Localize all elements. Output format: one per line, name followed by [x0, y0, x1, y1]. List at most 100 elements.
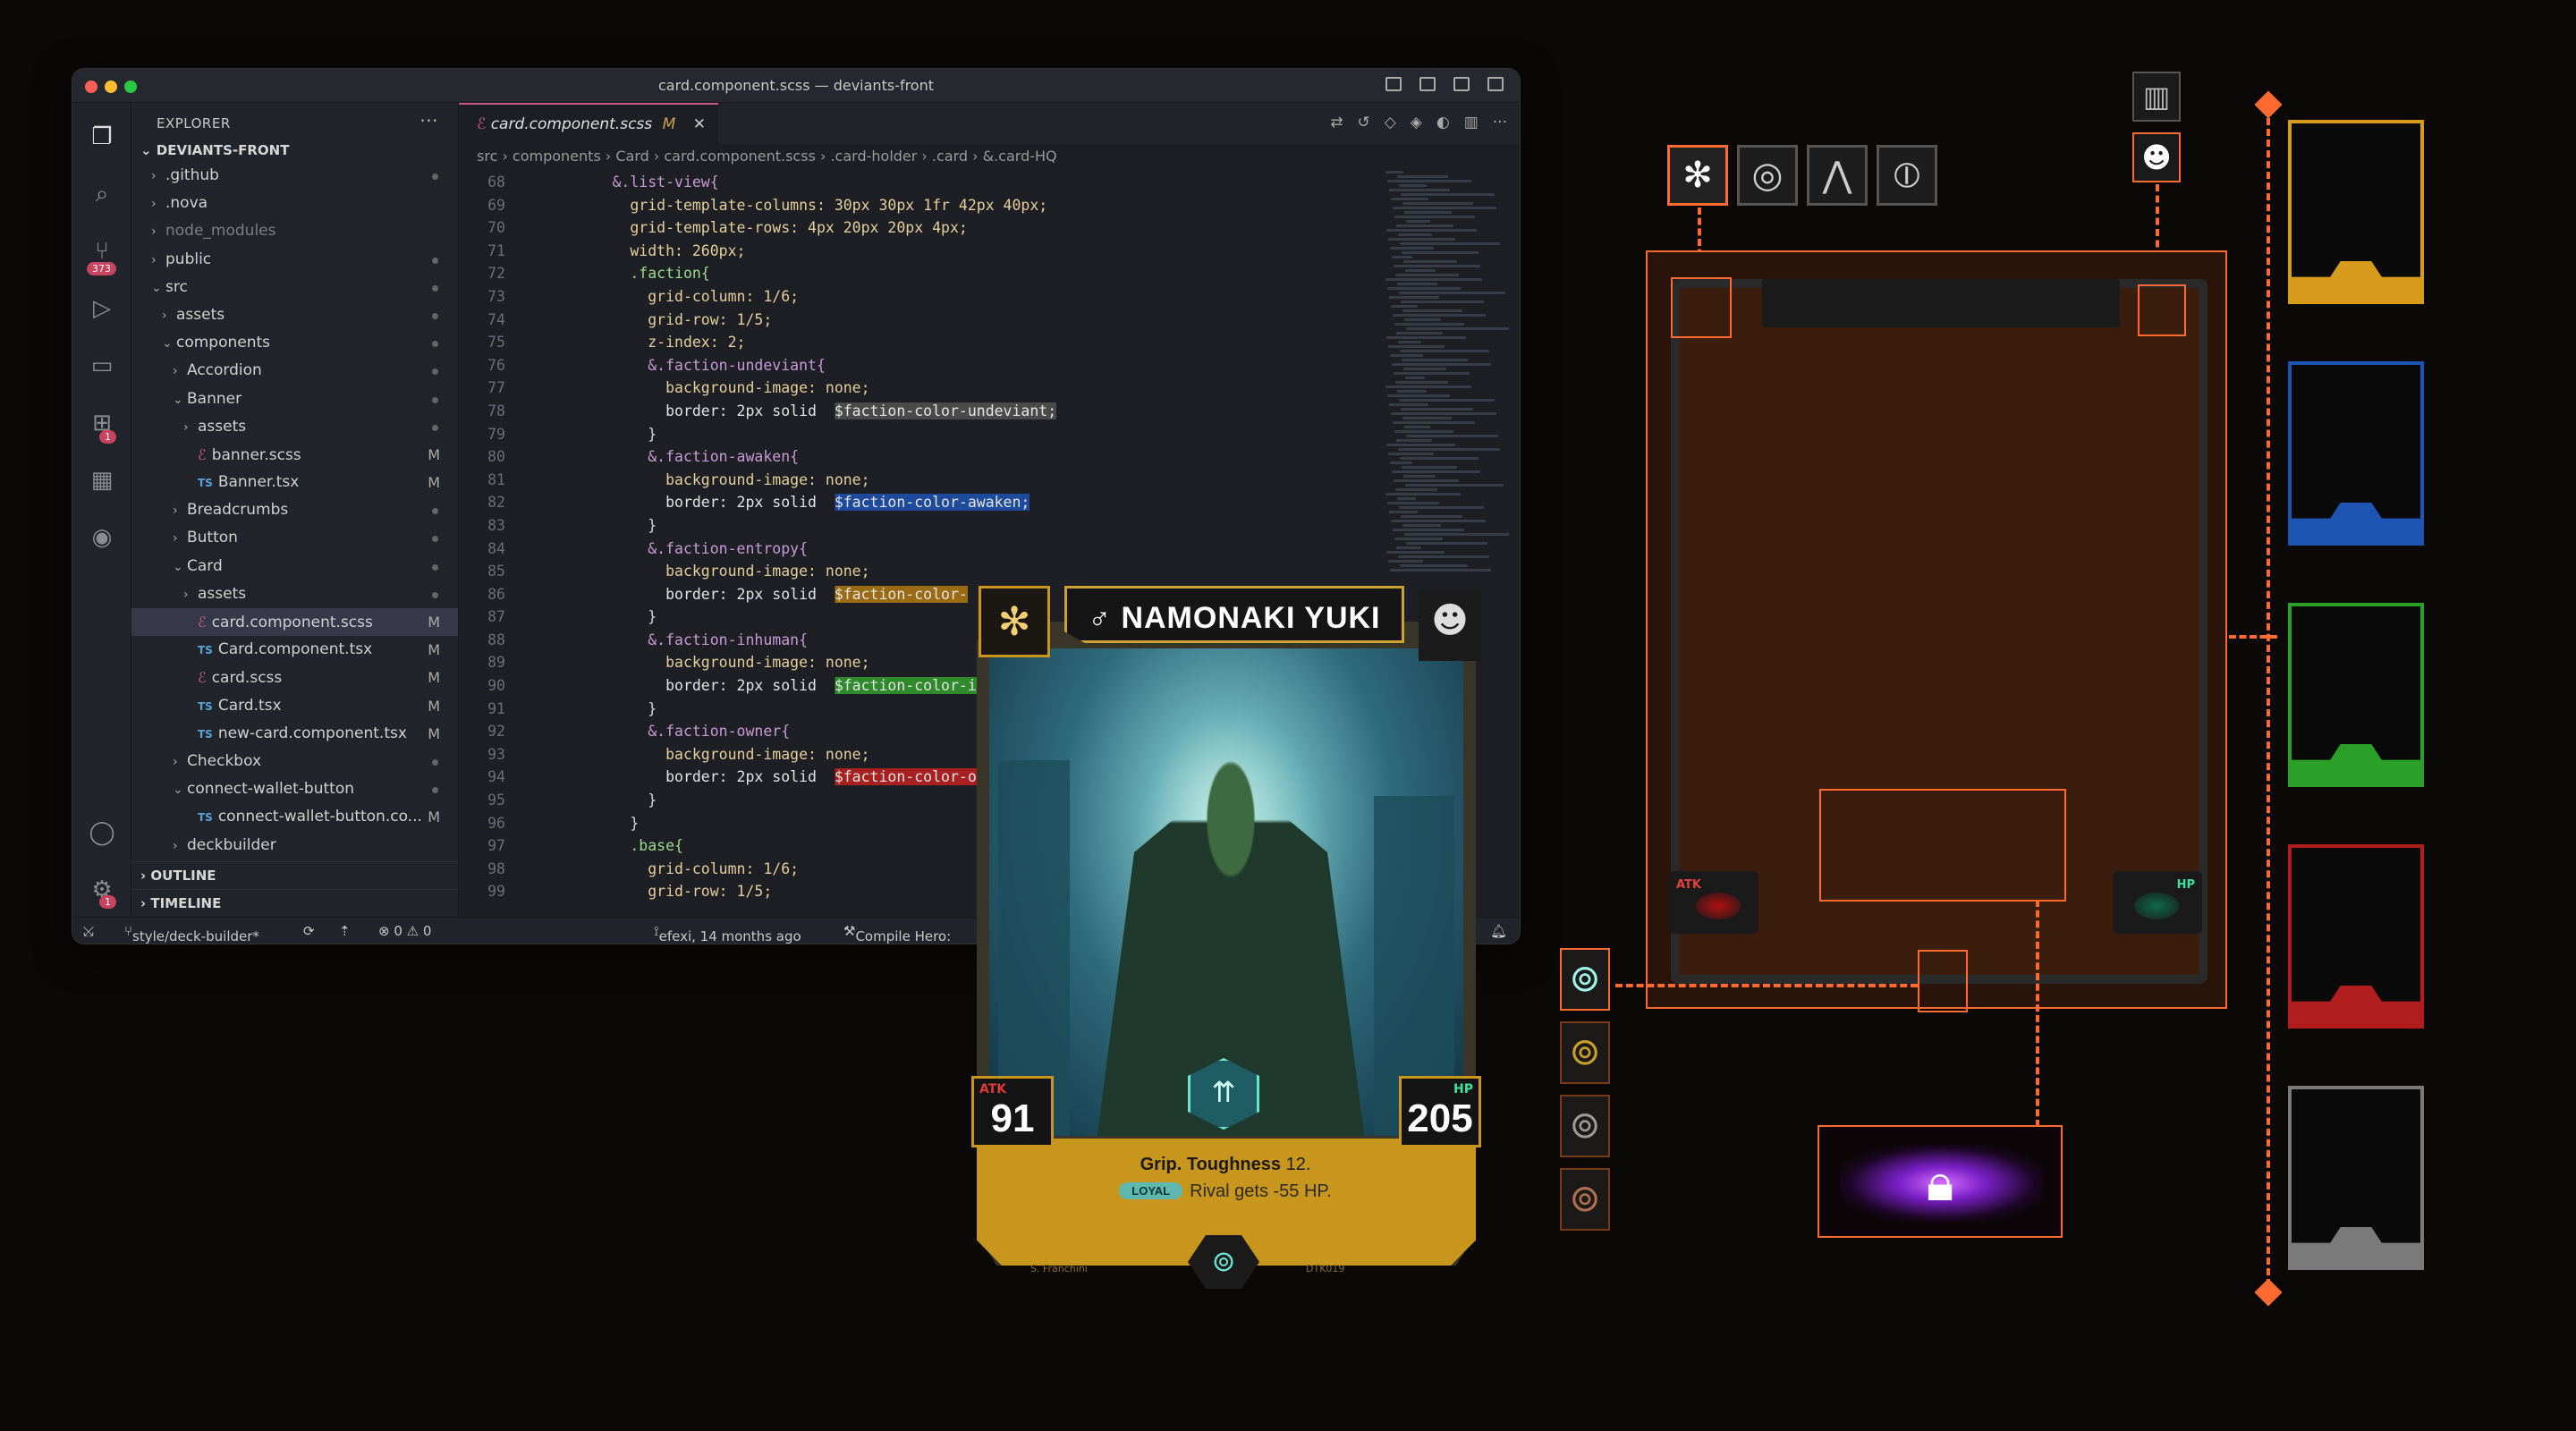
locked-card-preview[interactable]: 🔒︎ [1818, 1125, 2063, 1238]
minimap-line [1392, 256, 1412, 258]
faction-color-slot[interactable] [2288, 361, 2424, 546]
modified-dot [432, 591, 438, 598]
fingerprint-silver-icon[interactable]: ⊚ [1560, 1095, 1610, 1157]
tree-item[interactable]: TS Card.component.tsx M [131, 636, 458, 664]
next-change-icon[interactable]: ◈ [1411, 114, 1422, 131]
outline-section[interactable]: › OUTLINE [131, 861, 458, 889]
minimap-line [1385, 171, 1403, 174]
tree-item[interactable]: › assets [131, 580, 458, 608]
search-icon[interactable]: ⌕ [88, 180, 116, 208]
tree-item[interactable]: › assets [131, 413, 458, 441]
hp-pad: HP [2113, 871, 2202, 934]
layout-controls [1385, 77, 1504, 91]
fingerprint-gold-icon[interactable]: ⊚ [1560, 1021, 1610, 1084]
tree-item[interactable]: ℰbanner.scss M [131, 441, 458, 469]
remote-indicator-icon[interactable]: ⤩ [83, 923, 94, 939]
minimap-line [1394, 265, 1480, 267]
branch-indicator[interactable]: ⑂ style/deck-builder* [124, 923, 259, 944]
tree-item[interactable]: ℰcard.scss M [131, 664, 458, 691]
atk-pad-label: ATK [1676, 878, 1701, 892]
minimap-line [1398, 341, 1421, 343]
docker-icon[interactable]: ▦ [88, 466, 116, 495]
tree-item[interactable]: › .nova [131, 190, 458, 217]
toggle-secondary-sidebar-icon[interactable] [1453, 77, 1470, 91]
close-tab-icon[interactable]: ✕ [693, 115, 706, 133]
faction-color-slot[interactable] [2288, 844, 2424, 1029]
faction-entropy-icon[interactable]: ⋀ [1807, 145, 1868, 206]
tree-item[interactable]: TS connect-wallet-button.co... M [131, 803, 458, 831]
timeline-section[interactable]: › TIMELINE [131, 889, 458, 917]
game-card[interactable]: ✻ ♂ NAMONAKI YUKI ☻ ATK 91 HP 205 ⇈ Grip… [964, 586, 1487, 1289]
fingerprint-teal-icon[interactable]: ⊚ [1560, 948, 1610, 1011]
building-icon[interactable]: ▥ [2132, 72, 2181, 122]
tree-item[interactable]: ⌄ Banner [131, 385, 458, 413]
tree-item[interactable]: › node_modules [131, 217, 458, 245]
tree-item[interactable]: ⌄ src [131, 274, 458, 301]
tree-item-label: node_modules [165, 222, 276, 241]
more-actions-icon[interactable]: ··· [1493, 114, 1507, 131]
git-blame[interactable]: ⟟ efexi, 14 months ago [654, 923, 801, 944]
compare-icon[interactable]: ◐ [1436, 114, 1450, 131]
previous-change-icon[interactable]: ◇ [1385, 114, 1396, 131]
minimap-line [1405, 269, 1436, 272]
sync-icon[interactable]: ⟳ [303, 923, 315, 939]
explorer-more-button[interactable]: ··· [419, 110, 438, 131]
faction-color-slot[interactable] [2288, 120, 2424, 304]
remote-explorer-icon[interactable]: ▭ [88, 351, 116, 380]
tree-item[interactable]: TS Banner.tsx M [131, 469, 458, 496]
faction-color-slot[interactable] [2288, 603, 2424, 787]
tree-item[interactable]: ⌄ connect-wallet-button [131, 775, 458, 803]
minimap-line [1385, 493, 1461, 495]
breadcrumb[interactable]: src › components › Card › card.component… [459, 144, 1520, 171]
run-debug-icon[interactable]: ▷ [88, 294, 116, 323]
tab-card-component-scss[interactable]: ℰ card.component.scss M ✕ [459, 103, 718, 144]
card-ability: Grip. Toughness 12. [1018, 1155, 1433, 1175]
tree-item[interactable]: ⌄ components [131, 329, 458, 357]
faction-undeviant-icon[interactable]: ✻ [1667, 145, 1728, 206]
faction-color-slot[interactable] [2288, 1086, 2424, 1270]
card-name-bar: ♂ NAMONAKI YUKI [1064, 586, 1404, 643]
tree-item-label: card.scss [211, 669, 283, 688]
account-icon[interactable]: ◯ [88, 818, 116, 847]
scss-file-icon: ℰ [198, 614, 207, 631]
faction-inhuman-icon[interactable]: ⦶ [1877, 145, 1937, 206]
fingerprint-bronze-icon[interactable]: ⊚ [1560, 1168, 1610, 1231]
tree-item[interactable]: ℰcard.component.scss M [131, 608, 458, 637]
compile-hero[interactable]: ⚒ Compile Hero: [843, 923, 951, 944]
problems-indicator[interactable]: ⊗ 0 ⚠ 0 [378, 923, 431, 939]
tree-item[interactable]: › Checkbox [131, 748, 458, 775]
hacker-avatar-icon[interactable]: ☻ [2132, 132, 2181, 182]
chevron-down-icon: ⌄ [173, 783, 183, 798]
tree-item[interactable]: ⌄ Card [131, 553, 458, 580]
tree-item[interactable]: › .github [131, 162, 458, 190]
workspace-root[interactable]: ⌄ DEVIANTS-FRONT [131, 139, 458, 162]
toggle-primary-sidebar-icon[interactable] [1385, 77, 1402, 91]
tab-bar: ℰ card.component.scss M ✕ ⇄ ↺ ◇ ◈ ◐ ▥ ··… [459, 103, 1520, 144]
customize-layout-icon[interactable] [1487, 77, 1504, 91]
publish-icon[interactable]: ⇡ [339, 923, 351, 939]
tree-item[interactable]: › assets [131, 301, 458, 329]
tree-item[interactable]: › Button [131, 524, 458, 552]
minimap-line [1387, 502, 1439, 504]
code-line: 69 grid-template-columns: 30px 30px 1fr … [459, 194, 1385, 217]
notifications-icon[interactable]: 🔔︎ [1490, 923, 1507, 939]
tree-item[interactable]: › Accordion [131, 357, 458, 385]
git-graph-icon[interactable]: ◉ [88, 523, 116, 552]
open-changes-icon[interactable]: ⇄ [1330, 114, 1343, 131]
tree-item[interactable]: TS new-card.component.tsx M [131, 720, 458, 748]
split-editor-icon[interactable]: ▥ [1464, 114, 1479, 131]
ability-text-slot [1819, 789, 2066, 902]
minimap-line [1400, 457, 1479, 460]
faction-awaken-icon[interactable]: ◎ [1737, 145, 1798, 206]
git-status: M [428, 614, 440, 631]
explorer-icon[interactable]: ❐ [88, 123, 116, 151]
tree-item[interactable]: › public [131, 246, 458, 274]
line-number: 98 [487, 859, 505, 877]
minimap-line [1403, 260, 1457, 263]
toggle-panel-icon[interactable] [1419, 77, 1436, 91]
line-number: 77 [487, 379, 505, 397]
revert-icon[interactable]: ↺ [1357, 114, 1369, 131]
tree-item[interactable]: › Breadcrumbs [131, 496, 458, 524]
tree-item[interactable]: › deckbuilder [131, 832, 458, 859]
tree-item[interactable]: TS Card.tsx M [131, 692, 458, 720]
